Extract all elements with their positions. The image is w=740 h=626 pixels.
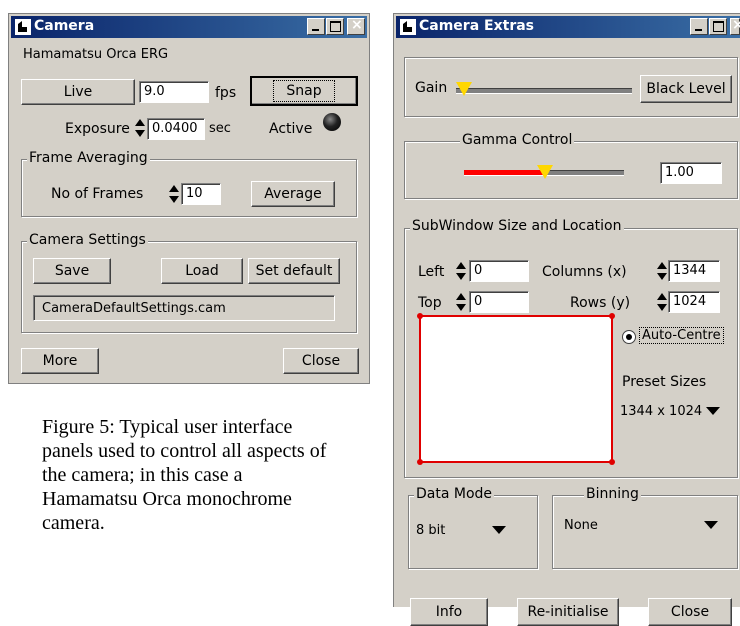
exposure-label: Exposure bbox=[65, 121, 130, 137]
gamma-input[interactable]: 1.00 bbox=[660, 162, 722, 184]
settings-file-field: CameraDefaultSettings.cam bbox=[33, 295, 335, 321]
camera-title: Camera bbox=[34, 18, 95, 34]
gamma-title: Gamma Control bbox=[460, 132, 575, 148]
maximize-button[interactable] bbox=[709, 18, 727, 35]
gamma-slider-thumb[interactable] bbox=[537, 165, 553, 179]
close-window-button[interactable]: × bbox=[347, 17, 365, 35]
close-button[interactable]: Close bbox=[648, 598, 732, 626]
corner-handle[interactable] bbox=[609, 459, 615, 465]
data-mode-select[interactable]: 8 bit bbox=[416, 519, 506, 541]
save-button[interactable]: Save bbox=[33, 258, 111, 284]
camera-model-label: Hamamatsu Orca ERG bbox=[23, 47, 169, 62]
gamma-slider-fill bbox=[464, 170, 544, 175]
chevron-down-icon bbox=[706, 407, 721, 415]
preset-sizes-value: 1344 x 1024 bbox=[620, 403, 703, 419]
app-logo-icon bbox=[15, 19, 31, 35]
black-level-button[interactable]: Black Level bbox=[640, 75, 732, 103]
fps-unit-label: fps bbox=[215, 85, 237, 101]
close-icon: × bbox=[732, 17, 740, 33]
gain-slider-track[interactable] bbox=[456, 88, 632, 94]
frames-input[interactable]: 10 bbox=[181, 183, 221, 205]
columns-label: Columns (x) bbox=[542, 264, 627, 280]
set-default-button[interactable]: Set default bbox=[248, 258, 340, 284]
reinitialise-button[interactable]: Re-initialise bbox=[517, 598, 619, 626]
columns-spinner[interactable] bbox=[657, 261, 667, 281]
top-input[interactable]: 0 bbox=[469, 291, 529, 313]
exposure-spinner[interactable] bbox=[135, 118, 145, 138]
camera-extras-window: Camera Extras × Gain Black Level Gamma C… bbox=[393, 13, 740, 626]
chevron-down-icon bbox=[704, 521, 718, 529]
extras-title: Camera Extras bbox=[419, 18, 535, 34]
binning-value: None bbox=[564, 517, 598, 533]
close-button[interactable]: Close bbox=[283, 348, 359, 374]
left-label: Left bbox=[418, 264, 445, 280]
app-logo-icon bbox=[400, 19, 416, 35]
auto-centre-radio[interactable] bbox=[622, 330, 636, 344]
chevron-down-icon bbox=[492, 526, 506, 534]
live-button[interactable]: Live bbox=[21, 79, 135, 105]
exposure-input[interactable]: 0.0400 bbox=[147, 118, 205, 140]
data-mode-value: 8 bit bbox=[416, 522, 446, 538]
fps-input[interactable]: 9.0 bbox=[139, 81, 209, 103]
close-icon: × bbox=[351, 17, 363, 33]
gain-label: Gain bbox=[415, 80, 448, 96]
preset-sizes-select[interactable]: 1344 x 1024 bbox=[620, 400, 732, 422]
rows-label: Rows (y) bbox=[570, 295, 631, 311]
exposure-unit-label: sec bbox=[209, 121, 231, 136]
minimize-button[interactable] bbox=[690, 18, 708, 35]
close-window-button[interactable]: × bbox=[730, 17, 740, 35]
info-button[interactable]: Info bbox=[410, 598, 488, 626]
maximize-button[interactable] bbox=[326, 18, 344, 35]
radio-dot-icon bbox=[626, 334, 632, 340]
auto-centre-label[interactable]: Auto-Centre bbox=[639, 327, 724, 344]
corner-handle[interactable] bbox=[417, 459, 423, 465]
binning-select[interactable]: None bbox=[564, 514, 726, 536]
average-button[interactable]: Average bbox=[251, 181, 335, 207]
gain-slider-thumb[interactable] bbox=[456, 82, 472, 96]
rows-spinner[interactable] bbox=[657, 292, 667, 312]
preset-sizes-label: Preset Sizes bbox=[622, 374, 707, 390]
rows-input[interactable]: 1024 bbox=[668, 291, 720, 313]
frame-averaging-title: Frame Averaging bbox=[27, 150, 150, 166]
camera-titlebar[interactable]: Camera × bbox=[11, 16, 367, 38]
active-label: Active bbox=[269, 121, 313, 137]
camera-settings-title: Camera Settings bbox=[27, 232, 148, 248]
data-mode-title: Data Mode bbox=[414, 486, 495, 502]
binning-title: Binning bbox=[584, 486, 641, 502]
subwindow-title: SubWindow Size and Location bbox=[410, 218, 624, 234]
minimize-button[interactable] bbox=[307, 18, 325, 35]
columns-input[interactable]: 1344 bbox=[668, 260, 720, 282]
frames-label: No of Frames bbox=[51, 186, 144, 202]
corner-handle[interactable] bbox=[609, 313, 615, 319]
corner-handle[interactable] bbox=[417, 313, 423, 319]
frames-spinner[interactable] bbox=[169, 184, 179, 204]
camera-window: Camera × Hamamatsu Orca ERG Live 9.0 fps… bbox=[8, 13, 370, 384]
extras-titlebar[interactable]: Camera Extras × bbox=[396, 16, 740, 38]
active-indicator-icon bbox=[323, 113, 341, 131]
load-button[interactable]: Load bbox=[161, 258, 243, 284]
left-input[interactable]: 0 bbox=[469, 260, 529, 282]
top-label: Top bbox=[418, 295, 442, 311]
left-spinner[interactable] bbox=[456, 261, 466, 281]
figure-caption: Figure 5: Typical user interface panels … bbox=[42, 416, 327, 534]
top-spinner[interactable] bbox=[456, 292, 466, 312]
subwindow-preview[interactable] bbox=[417, 313, 615, 465]
more-button[interactable]: More bbox=[21, 348, 99, 374]
snap-button[interactable]: Snap bbox=[250, 76, 358, 106]
